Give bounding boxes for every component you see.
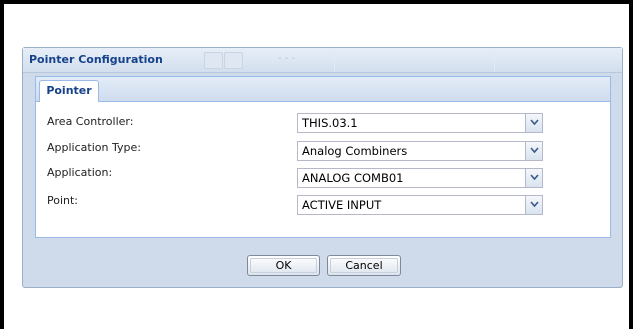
point-label: Point: — [47, 194, 79, 207]
area-controller-value: THIS.03.1 — [302, 116, 358, 130]
ghost-header-text: - - - — [278, 53, 296, 64]
tab-strip: Pointer — [36, 77, 610, 102]
dialog-title: Pointer Configuration — [29, 53, 163, 66]
point-value: ACTIVE INPUT — [302, 198, 382, 212]
button-inner-border — [330, 258, 398, 273]
application-type-label: Application Type: — [47, 141, 141, 154]
dialog-header[interactable]: Pointer Configuration - - - — [23, 48, 622, 73]
tab-body: Area Controller: THIS.03.1 Application T… — [36, 102, 610, 237]
ghost-toolbar-icon — [204, 52, 223, 69]
application-value: ANALOG COMB01 — [302, 171, 404, 185]
chevron-down-icon[interactable] — [525, 142, 542, 160]
chevron-down-icon[interactable] — [525, 169, 542, 187]
ghost-divider — [334, 48, 335, 72]
window-frame-right — [629, 0, 633, 329]
tab-pointer[interactable]: Pointer — [39, 80, 99, 102]
application-combo[interactable]: ANALOG COMB01 — [297, 168, 543, 188]
application-type-combo[interactable]: Analog Combiners — [297, 141, 543, 161]
ok-button[interactable]: OK — [247, 255, 320, 276]
window-frame-left — [0, 0, 4, 329]
button-inner-border — [250, 258, 317, 273]
application-label: Application: — [47, 166, 113, 179]
ghost-toolbar-icon — [224, 52, 243, 69]
window-frame-top — [0, 0, 633, 4]
point-combo[interactable]: ACTIVE INPUT — [297, 195, 543, 215]
pointer-configuration-dialog: Pointer Configuration - - - Pointer Area… — [22, 47, 623, 288]
ghost-divider — [494, 48, 495, 72]
tab-panel: Pointer Area Controller: THIS.03.1 Appli… — [35, 76, 611, 238]
tab-label: Pointer — [46, 84, 92, 97]
application-type-value: Analog Combiners — [302, 144, 408, 158]
chevron-down-icon[interactable] — [525, 114, 542, 132]
chevron-down-icon[interactable] — [525, 196, 542, 214]
cancel-button[interactable]: Cancel — [327, 255, 401, 276]
area-controller-combo[interactable]: THIS.03.1 — [297, 113, 543, 133]
area-controller-label: Area Controller: — [47, 115, 134, 128]
